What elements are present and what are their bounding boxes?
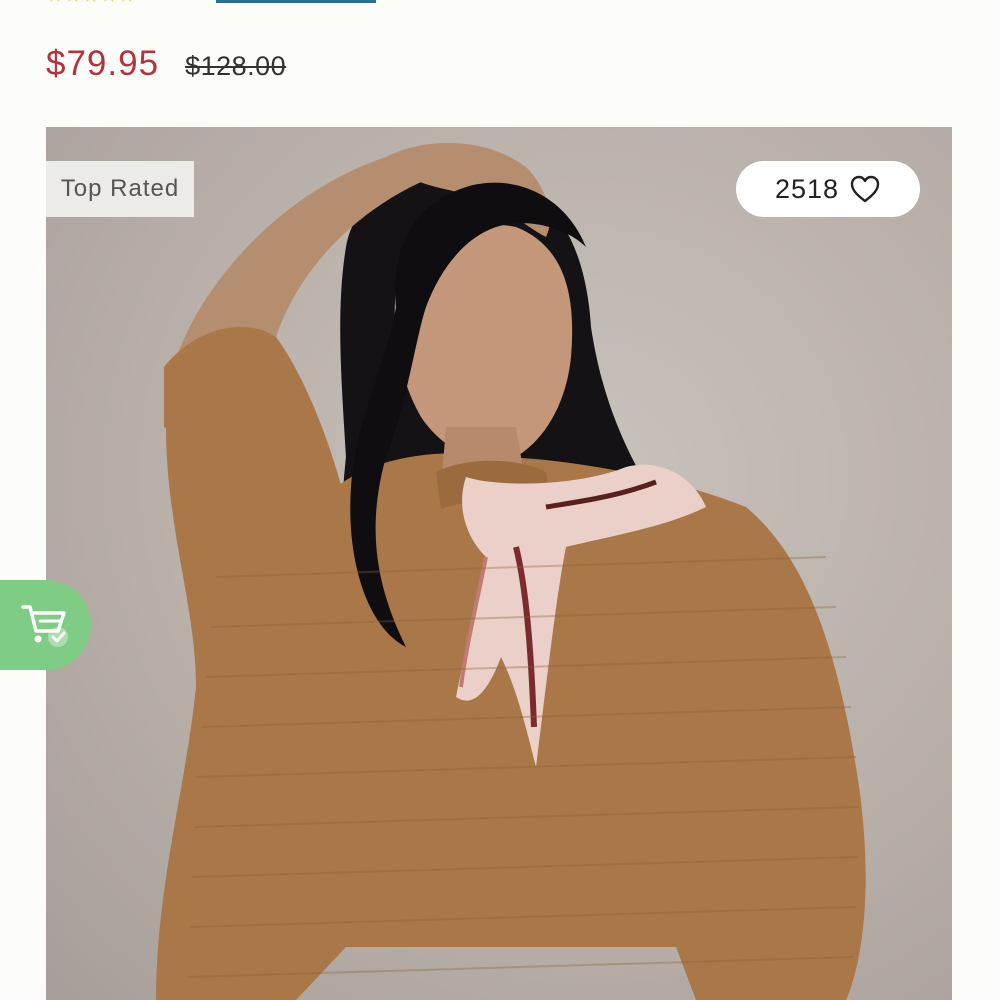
star-icon: ★★★★★ bbox=[46, 0, 136, 6]
original-price: $128.00 bbox=[185, 51, 287, 81]
top-rated-badge: Top Rated bbox=[46, 161, 194, 217]
cart-check-icon bbox=[20, 605, 68, 647]
model-illustration bbox=[156, 143, 866, 1000]
favorites-count: 2518 bbox=[774, 173, 840, 204]
floating-cart-button[interactable] bbox=[0, 580, 91, 670]
price-row: $79.95 $128.00 bbox=[46, 44, 286, 84]
sale-price: $79.95 bbox=[46, 44, 160, 83]
rating-stars[interactable]: ★★★★★ bbox=[46, 0, 136, 6]
heart-outline-icon bbox=[850, 175, 880, 203]
product-page: ★★★★★ $79.95 $128.00 bbox=[0, 0, 1000, 1000]
reviews-link-underline[interactable] bbox=[216, 0, 376, 3]
favorite-button[interactable]: 2518 bbox=[736, 161, 920, 217]
product-image[interactable] bbox=[46, 127, 952, 1000]
